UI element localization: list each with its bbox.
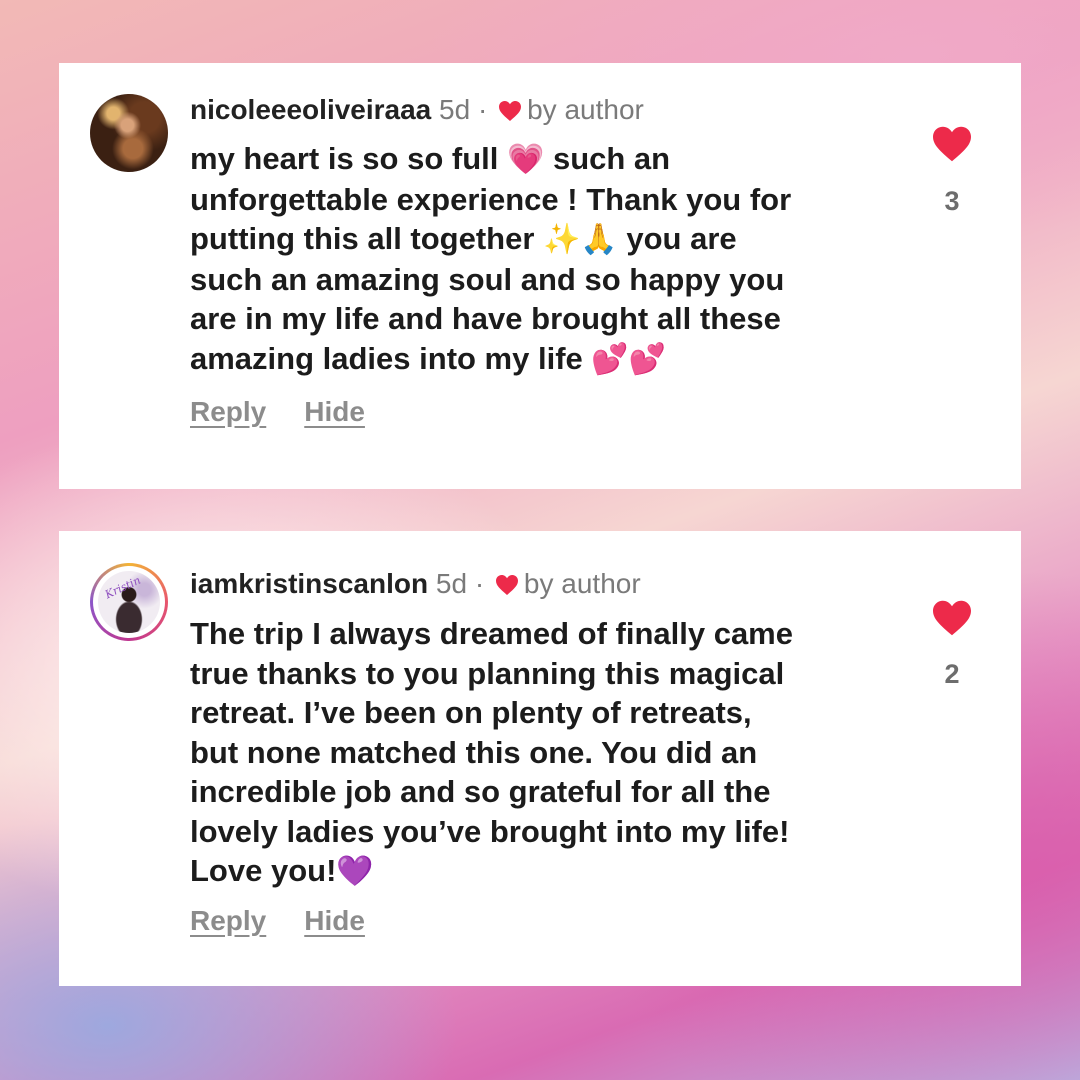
username[interactable]: nicoleeeoliveiraaa — [190, 94, 431, 125]
line-text: such an — [544, 141, 671, 176]
comment-line: incredible job and so grateful for all t… — [190, 774, 771, 809]
growing-heart-emoji: 💗 — [506, 142, 545, 177]
two-hearts-emoji: 💕 — [591, 341, 629, 377]
comment-header: nicoleeeoliveiraaa 5d · by author — [190, 92, 644, 128]
comment-line: lovely ladies you’ve brought into my lif… — [190, 813, 790, 849]
purple-heart-emoji: 💜 — [336, 854, 374, 889]
liked-by-author: by author — [527, 94, 644, 125]
comment-text: The trip I always dreamed of finally cam… — [190, 614, 880, 892]
comment-line: amazing ladies into my life 💕💕 — [190, 339, 880, 380]
comment-line: my heart is so so full 💗 such an — [190, 139, 880, 180]
reply-button[interactable]: Reply — [190, 905, 266, 936]
hide-button[interactable]: Hide — [304, 905, 365, 936]
username[interactable]: iamkristinscanlon — [190, 568, 428, 599]
comment-line: putting this all together ✨🙏 you are — [190, 219, 880, 260]
avatar[interactable]: Kristin — [90, 563, 168, 641]
comment-line: true thanks to you planning this magical — [190, 655, 785, 691]
liked-by-author: by author — [523, 568, 641, 599]
line-text: amazing ladies into my life — [190, 340, 592, 376]
avatar-photo: Kristin — [98, 571, 160, 633]
two-hearts-emoji: 💕 — [628, 341, 667, 377]
comment-text: my heart is so so full 💗 such an unforge… — [190, 139, 880, 379]
line-text: putting this all together — [190, 221, 544, 256]
line-text: my heart is so so full — [190, 141, 507, 176]
avatar[interactable] — [90, 94, 168, 172]
hide-button[interactable]: Hide — [304, 396, 365, 427]
like-heart-icon[interactable] — [931, 125, 973, 163]
avatar-logo-text: Kristin — [103, 573, 143, 602]
comment-line: such an amazing soul and so happy you — [190, 261, 785, 297]
heart-icon — [499, 101, 522, 121]
comment-line: but none matched this one. You did an — [190, 734, 758, 770]
comment-line: Love you!💜 — [190, 851, 880, 892]
like-heart-icon[interactable] — [931, 599, 973, 637]
like-count[interactable]: 2 — [933, 659, 971, 690]
comment-actions: Reply Hide — [190, 396, 365, 428]
comment-line: retreat. I’ve been on plenty of retreats… — [190, 695, 752, 730]
comment-line: unforgettable experience ! Thank you for — [190, 181, 792, 217]
comment-actions: Reply Hide — [190, 905, 365, 937]
separator: · — [477, 94, 488, 125]
separator: · — [474, 568, 485, 599]
reply-button[interactable]: Reply — [190, 396, 266, 427]
heart-icon — [495, 575, 518, 595]
line-text: Love you! — [190, 853, 337, 888]
comment-line: are in my life and have brought all thes… — [190, 301, 781, 336]
like-count[interactable]: 3 — [933, 186, 971, 217]
timestamp: 5d — [439, 94, 471, 125]
timestamp: 5d — [435, 568, 468, 599]
comment-card: nicoleeeoliveiraaa 5d · by author my hea… — [59, 63, 1021, 489]
comment-line: The trip I always dreamed of finally cam… — [190, 616, 793, 651]
comment-card: Kristin iamkristinscanlon 5d · by author… — [59, 531, 1021, 986]
line-text: you are — [617, 221, 737, 256]
comment-header: iamkristinscanlon 5d · by author — [190, 566, 641, 602]
folded-hands-emoji: 🙏 — [580, 222, 618, 257]
sparkles-emoji: ✨ — [543, 222, 581, 257]
